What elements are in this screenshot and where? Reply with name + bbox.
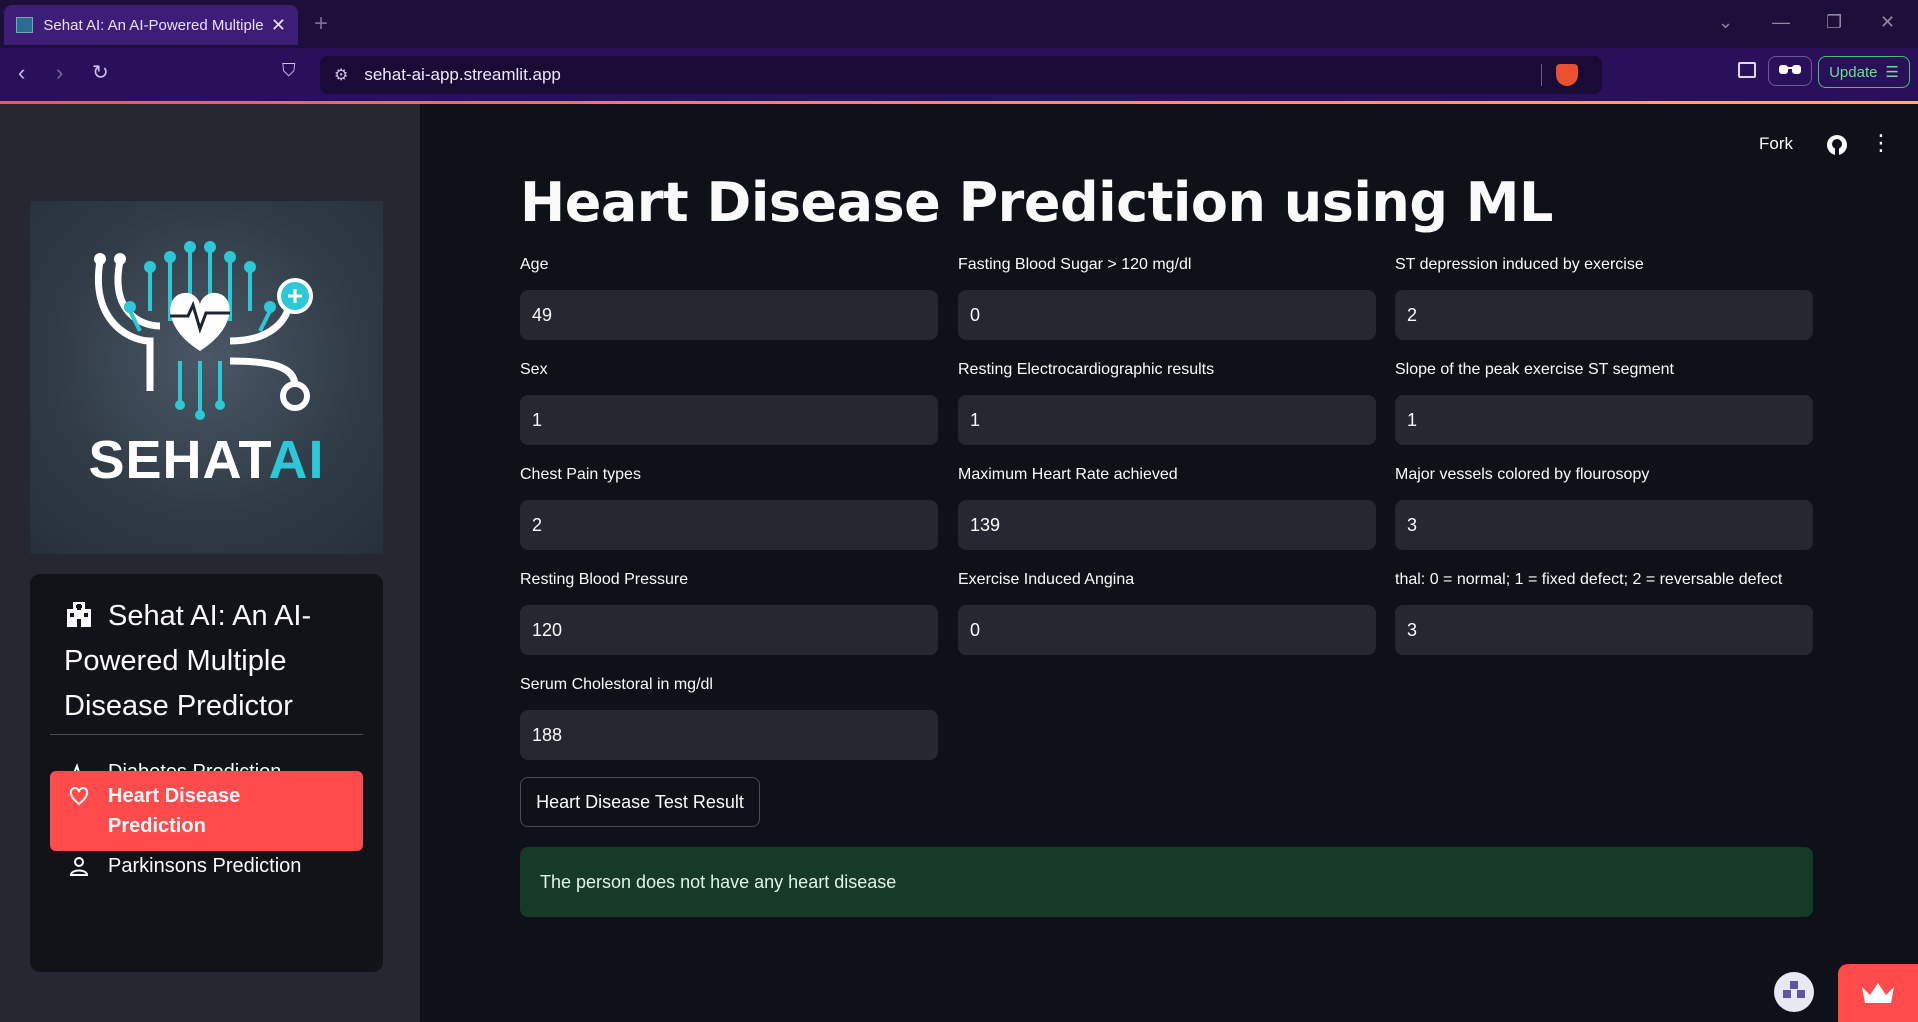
menu-title-text: Sehat AI: An AI-Powered Multiple Disease…: [64, 600, 312, 722]
browser-navbar: ‹ › ↻ ⛉ ⚙ sehat-ai-app.streamlit.app Upd…: [0, 48, 1918, 102]
sex-field: Sex 1: [520, 361, 938, 445]
fasting-blood-sugar-input[interactable]: 0: [958, 290, 1376, 340]
close-tab-icon[interactable]: ✕: [271, 15, 286, 36]
field-label: Resting Blood Pressure: [520, 571, 689, 588]
resting-bp-input[interactable]: 120: [520, 605, 938, 655]
update-button[interactable]: Update ☰: [1818, 56, 1910, 88]
result-success-alert: The person does not have any heart disea…: [520, 847, 1813, 917]
site-settings-icon[interactable]: ⚙: [334, 65, 348, 85]
new-tab-icon[interactable]: +: [314, 10, 328, 38]
field-label: Serum Cholestoral in mg/dl: [520, 676, 713, 693]
chest-pain-input[interactable]: 2: [520, 500, 938, 550]
minimize-icon[interactable]: —: [1772, 12, 1790, 33]
hospital-icon: [67, 602, 91, 627]
sidebar-item-parkinsons[interactable]: Parkinsons Prediction: [50, 844, 363, 888]
sidebar-item-label: Heart Disease Prediction: [108, 785, 241, 837]
field-label: thal: 0 = normal; 1 = fixed defect; 2 = …: [1395, 571, 1783, 588]
exercise-angina-field: Exercise Induced Angina 0: [958, 571, 1376, 655]
browser-tab[interactable]: Sehat AI: An AI-Powered Multiple Disease…: [4, 5, 298, 45]
heart-icon: [68, 785, 90, 807]
url-separator: [1541, 64, 1542, 86]
sex-input[interactable]: 1: [520, 395, 938, 445]
field-label: Major vessels colored by flourosopy: [1395, 466, 1650, 483]
cholesterol-input[interactable]: 188: [520, 710, 938, 760]
wallet-button[interactable]: [1768, 56, 1812, 86]
brave-shields-icon[interactable]: [1556, 64, 1578, 86]
bookmark-icon[interactable]: ⛉: [282, 60, 296, 81]
main-menu-icon[interactable]: ⋮: [1870, 130, 1892, 156]
max-heart-rate-input[interactable]: 139: [958, 500, 1376, 550]
address-bar[interactable]: ⚙ sehat-ai-app.streamlit.app: [320, 56, 1602, 94]
page-title: Heart Disease Prediction using ML: [520, 171, 1553, 234]
main-content: Fork ⋮ Heart Disease Prediction using ML…: [420, 104, 1918, 1022]
logo-wordmark: SEHATAI: [30, 429, 383, 491]
field-label: Chest Pain types: [520, 466, 641, 483]
sidebar: SEHATAI Sehat AI: An AI-Powered Multiple…: [0, 104, 420, 1022]
streamlit-crown-icon[interactable]: [1838, 964, 1918, 1022]
github-icon[interactable]: [1826, 134, 1848, 161]
update-label: Update: [1829, 63, 1878, 81]
age-input[interactable]: 49: [520, 290, 938, 340]
fork-button[interactable]: Fork: [1759, 134, 1793, 154]
tab-title: Sehat AI: An AI-Powered Multiple Disease…: [43, 16, 265, 34]
exercise-angina-input[interactable]: 0: [958, 605, 1376, 655]
chest-pain-field: Chest Pain types 2: [520, 466, 938, 550]
sehat-ai-logo: SEHATAI: [30, 201, 383, 554]
menu-title: Sehat AI: An AI-Powered Multiple Disease…: [64, 594, 364, 729]
back-icon[interactable]: ‹: [18, 60, 25, 86]
person-icon: [68, 855, 90, 877]
glasses-icon: [1779, 65, 1801, 74]
browser-tabbar: Sehat AI: An AI-Powered Multiple Disease…: [0, 0, 1918, 48]
fasting-blood-sugar-field: Fasting Blood Sugar > 120 mg/dl 0: [958, 256, 1376, 340]
field-label: Maximum Heart Rate achieved: [958, 466, 1178, 483]
resting-ecg-input[interactable]: 1: [958, 395, 1376, 445]
field-label: Age: [520, 256, 549, 273]
field-label: Slope of the peak exercise ST segment: [1395, 361, 1674, 378]
status-widget-icon[interactable]: [1774, 972, 1814, 1012]
field-label: Fasting Blood Sugar > 120 mg/dl: [958, 256, 1192, 273]
max-heart-rate-field: Maximum Heart Rate achieved 139: [958, 466, 1376, 550]
field-label: Resting Electrocardiographic results: [958, 361, 1215, 378]
stethoscope-brain-icon: [94, 241, 313, 420]
resting-ecg-field: Resting Electrocardiographic results 1: [958, 361, 1376, 445]
menu-lines-icon: ☰: [1885, 64, 1899, 81]
heart-disease-test-result-button[interactable]: Heart Disease Test Result: [520, 777, 760, 827]
field-label: Sex: [520, 361, 548, 378]
restore-icon[interactable]: ❐: [1826, 12, 1842, 33]
option-menu: Sehat AI: An AI-Powered Multiple Disease…: [30, 574, 383, 972]
st-depression-field: ST depression induced by exercise 2: [1395, 256, 1813, 340]
resting-bp-field: Resting Blood Pressure 120: [520, 571, 938, 655]
major-vessels-field: Major vessels colored by flourosopy 3: [1395, 466, 1813, 550]
logo-text-main: SEHAT: [88, 430, 269, 490]
menu-divider: [50, 734, 363, 735]
logo-text-accent: AI: [268, 430, 325, 490]
favicon-icon: [16, 17, 34, 33]
tab-search-icon[interactable]: ⌄: [1718, 12, 1733, 33]
sidebar-item-label: Parkinsons Prediction: [108, 854, 302, 877]
cholesterol-field: Serum Cholestoral in mg/dl 188: [520, 676, 938, 760]
field-label: Exercise Induced Angina: [958, 571, 1135, 588]
slope-input[interactable]: 1: [1395, 395, 1813, 445]
major-vessels-input[interactable]: 3: [1395, 500, 1813, 550]
sidebar-toggle-icon[interactable]: [1738, 62, 1756, 78]
field-label: ST depression induced by exercise: [1395, 256, 1644, 273]
st-depression-input[interactable]: 2: [1395, 290, 1813, 340]
url-text: sehat-ai-app.streamlit.app: [364, 65, 561, 84]
age-field: Age 49: [520, 256, 938, 340]
slope-field: Slope of the peak exercise ST segment 1: [1395, 361, 1813, 445]
sidebar-item-heart-disease[interactable]: Heart Disease Prediction: [50, 771, 363, 851]
thal-field: thal: 0 = normal; 1 = fixed defect; 2 = …: [1395, 571, 1813, 655]
reload-icon[interactable]: ↻: [92, 60, 109, 85]
window-close-icon[interactable]: ✕: [1880, 12, 1895, 33]
forward-icon[interactable]: ›: [56, 60, 63, 86]
thal-input[interactable]: 3: [1395, 605, 1813, 655]
